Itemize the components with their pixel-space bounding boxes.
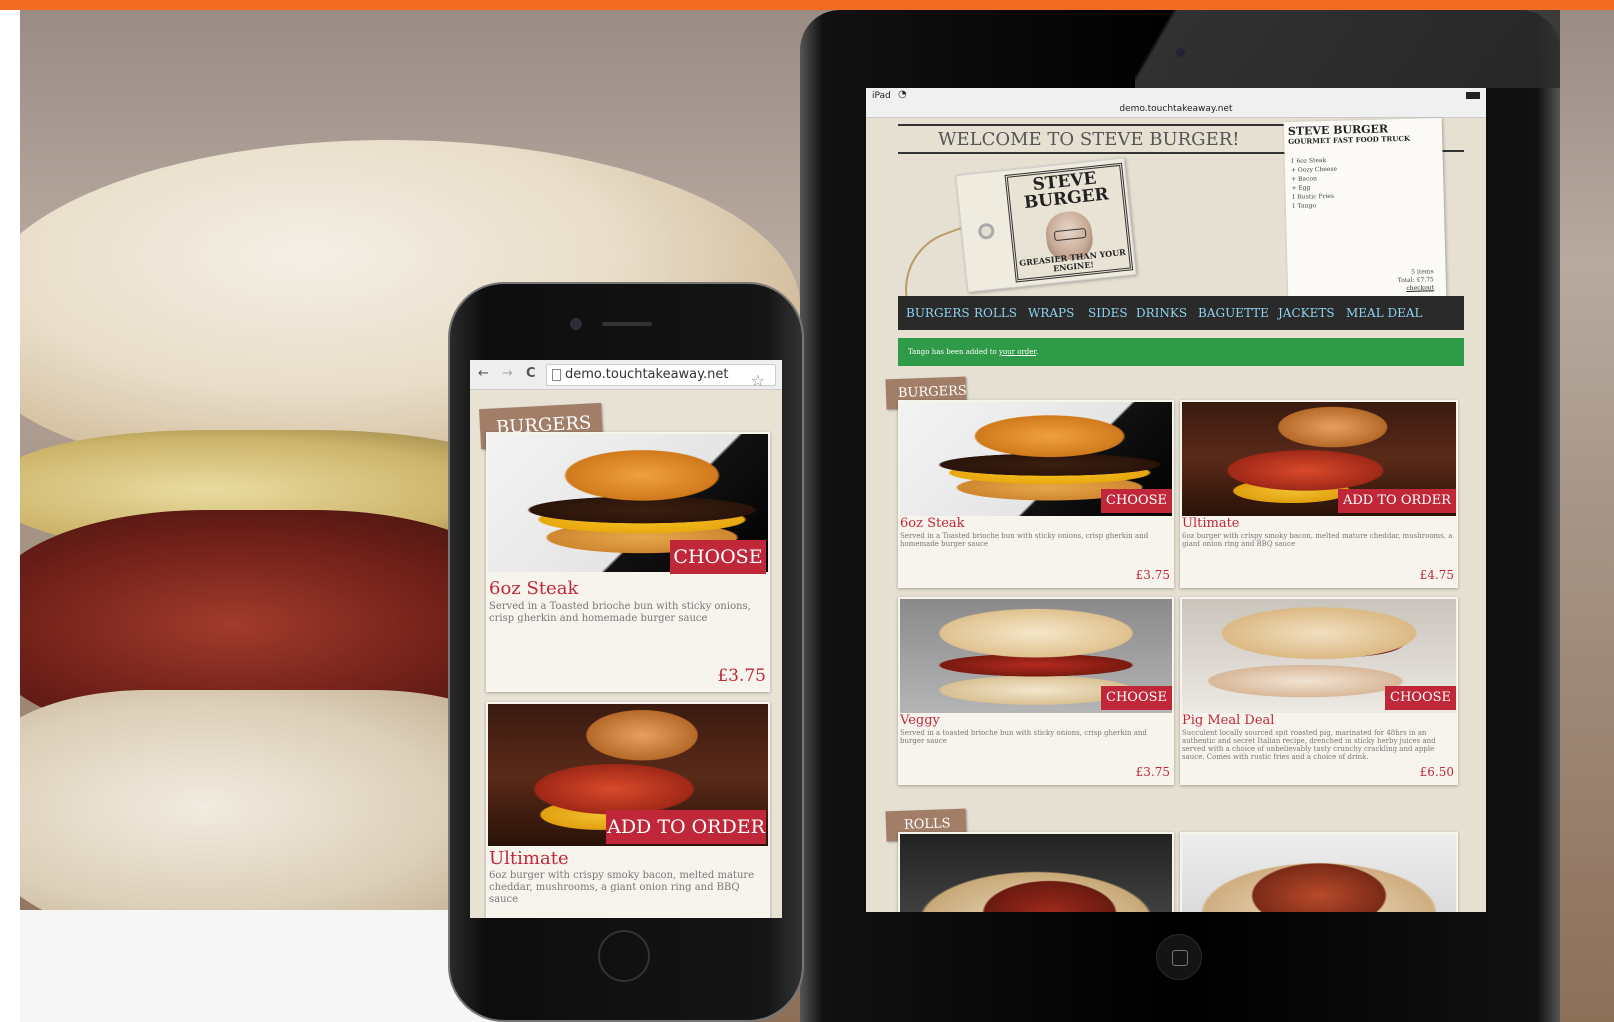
order-totals: 5 items Total: £7.75 checkout xyxy=(1397,268,1435,293)
nav-wraps[interactable]: WRAPS xyxy=(1028,306,1074,320)
ipad-glare xyxy=(1135,10,1560,88)
menu-card[interactable]: CHOOSE 6oz Steak Served in a Toasted bri… xyxy=(898,400,1174,588)
menu-card[interactable]: CHOOSE Pig Meal Deal Succulent locally s… xyxy=(1180,597,1458,785)
battery-icon xyxy=(1466,92,1480,99)
order-subtitle: GOURMET FAST FOOD TRUCK xyxy=(1288,133,1411,146)
menu-item-photo xyxy=(1182,834,1456,912)
nav-burgers[interactable]: BURGERS xyxy=(906,306,970,320)
add-to-order-button[interactable]: ADD TO ORDER xyxy=(606,810,766,844)
item-description: Served in a Toasted brioche bun with sti… xyxy=(489,601,751,624)
menu-card[interactable]: ADD TO ORDER Ultimate 6oz burger with cr… xyxy=(1180,400,1458,588)
nav-baguette[interactable]: BAGUETTE xyxy=(1198,306,1269,320)
phone-browser-toolbar: ← → C demo.touchtakeaway.net ☆ xyxy=(470,360,782,390)
menu-card[interactable]: ADD TO ORDER Ultimate 6oz burger with cr… xyxy=(486,702,770,918)
ipad-camera xyxy=(1176,48,1185,57)
ipad-status-bar: iPad ◔ xyxy=(866,88,1486,104)
ipad-screen: iPad ◔ demo.touchtakeaway.net WELCOME TO… xyxy=(866,88,1486,912)
category-nav: BURGERS ROLLS WRAPS SIDES DRINKS BAGUETT… xyxy=(898,296,1464,330)
item-description: Succulent locally sourced spit roasted p… xyxy=(1182,729,1436,761)
choose-button[interactable]: CHOOSE xyxy=(670,540,766,574)
page-icon xyxy=(552,369,561,381)
item-description: Served in a toasted brioche bun with sti… xyxy=(900,729,1147,745)
item-description: 6oz burger with crispy smoky bacon, melt… xyxy=(489,870,755,905)
nav-meal-deal[interactable]: MEAL DEAL xyxy=(1346,306,1423,320)
ipad-home-button[interactable] xyxy=(1156,934,1202,980)
phone-speaker xyxy=(602,322,652,326)
top-accent-bar xyxy=(0,0,1614,10)
reload-icon[interactable]: C xyxy=(526,366,536,381)
item-name: 6oz Steak xyxy=(489,578,579,599)
welcome-text: WELCOME TO STEVE BURGER! xyxy=(938,129,1240,150)
menu-card[interactable] xyxy=(898,832,1174,912)
nav-rolls[interactable]: ROLLS xyxy=(974,306,1017,320)
nav-sides[interactable]: SIDES xyxy=(1088,306,1128,320)
choose-button[interactable]: CHOOSE xyxy=(1101,489,1172,513)
checkout-link[interactable]: checkout xyxy=(1398,284,1434,293)
back-icon[interactable]: ← xyxy=(478,366,489,381)
added-to-order-alert: Tango has been added to your order. xyxy=(898,338,1464,366)
phone-url-text: demo.touchtakeaway.net xyxy=(565,367,729,382)
item-name: 6oz Steak xyxy=(900,516,965,531)
phone-url-field[interactable]: demo.touchtakeaway.net ☆ xyxy=(546,364,776,390)
menu-card[interactable]: CHOOSE 6oz Steak Served in a Toasted bri… xyxy=(486,432,770,692)
item-price: £3.75 xyxy=(1135,765,1170,779)
alert-end: . xyxy=(1036,348,1039,356)
nav-drinks[interactable]: DRINKS xyxy=(1136,306,1187,320)
menu-card[interactable]: CHOOSE Veggy Served in a toasted brioche… xyxy=(898,597,1174,785)
ipad-url-bar[interactable]: demo.touchtakeaway.net xyxy=(866,104,1486,118)
choose-button[interactable]: CHOOSE xyxy=(1385,686,1456,710)
item-description: Served in a Toasted brioche bun with sti… xyxy=(900,532,1149,548)
welcome-heading: WELCOME TO STEVE BURGER! xyxy=(898,124,1288,154)
steve-burger-logo: STEVE BURGER GREASIER THAN YOUR ENGINE! xyxy=(1004,162,1134,283)
ipad-url-text: demo.touchtakeaway.net xyxy=(1119,104,1233,114)
bookmark-star-icon[interactable]: ☆ xyxy=(751,371,765,390)
forward-icon[interactable]: → xyxy=(502,366,513,381)
wifi-icon: ◔ xyxy=(898,89,907,100)
phone-camera xyxy=(570,318,582,330)
status-device-label: iPad xyxy=(872,91,891,101)
order-lines: 1 6oz Steak + Oozy Cheese + Bacon + Egg … xyxy=(1291,156,1339,211)
menu-item-photo xyxy=(900,834,1172,912)
logo-tagline: GREASIER THAN YOUR ENGINE! xyxy=(1018,246,1127,274)
nav-jackets[interactable]: JACKETS xyxy=(1278,306,1335,320)
choose-button[interactable]: CHOOSE xyxy=(1101,686,1172,710)
phone-screen: ← → C demo.touchtakeaway.net ☆ BURGERS C… xyxy=(470,360,782,918)
item-name: Ultimate xyxy=(1182,516,1240,531)
your-order-link[interactable]: your order xyxy=(999,348,1036,356)
alert-text: Tango has been added to xyxy=(908,348,997,356)
item-name: Veggy xyxy=(900,713,940,728)
item-description: 6oz burger with crispy smoky bacon, melt… xyxy=(1182,532,1453,548)
item-name: Pig Meal Deal xyxy=(1182,713,1275,728)
order-line: 1 Tango xyxy=(1291,202,1317,210)
item-price: £3.75 xyxy=(1135,568,1170,582)
item-name: Ultimate xyxy=(489,848,569,869)
phone-home-button[interactable] xyxy=(598,930,650,982)
item-price: £6.50 xyxy=(1419,765,1454,779)
logo-title: STEVE BURGER xyxy=(1023,168,1110,214)
order-summary[interactable]: STEVE BURGER GOURMET FAST FOOD TRUCK 1 6… xyxy=(1283,117,1447,303)
menu-card[interactable] xyxy=(1180,832,1458,912)
add-to-order-button[interactable]: ADD TO ORDER xyxy=(1338,489,1456,513)
logo-tag[interactable]: STEVE BURGER GREASIER THAN YOUR ENGINE! xyxy=(955,157,1137,293)
item-price: £4.75 xyxy=(1419,568,1454,582)
item-price: £3.75 xyxy=(717,666,766,686)
